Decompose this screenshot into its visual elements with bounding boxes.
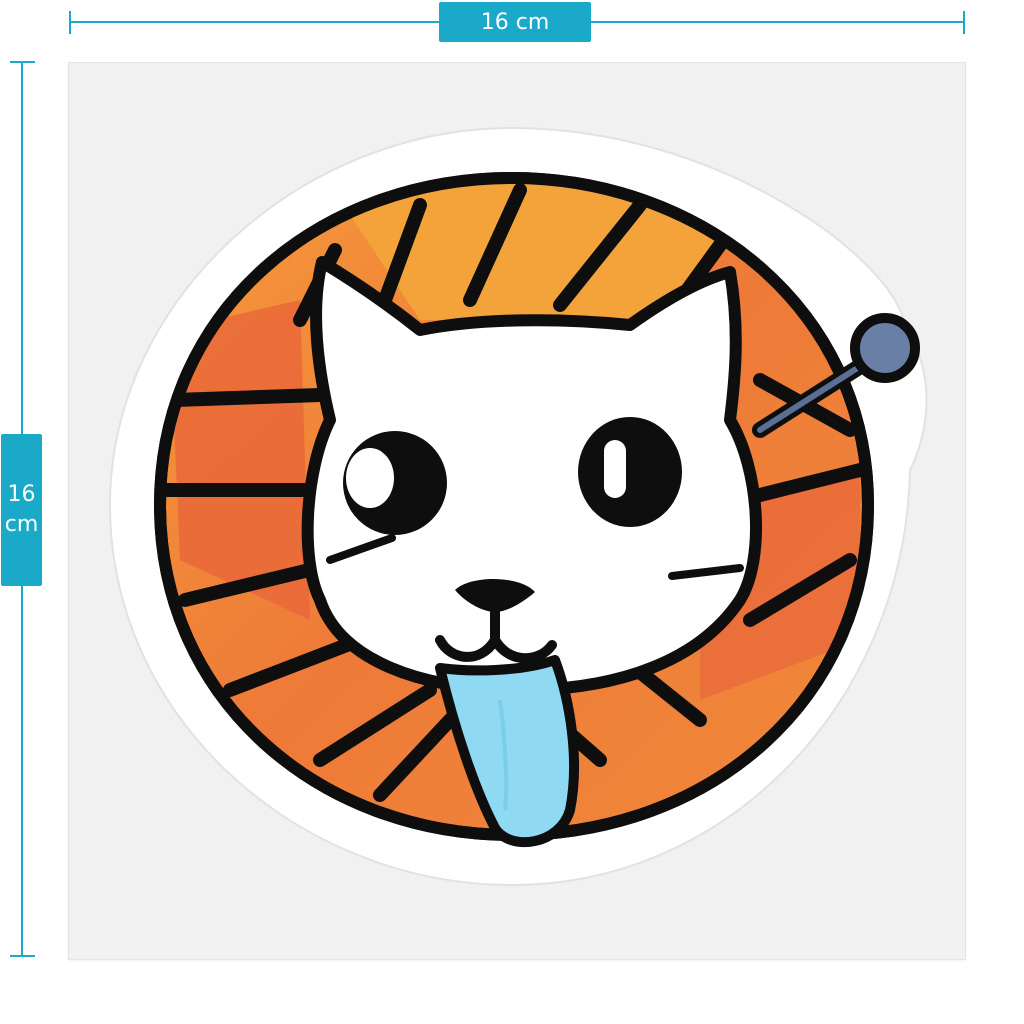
cat-yarn-sticker-icon	[108, 126, 928, 887]
right-eye	[578, 417, 682, 527]
product-preview: 16 cm 16 cm	[0, 0, 1024, 1024]
